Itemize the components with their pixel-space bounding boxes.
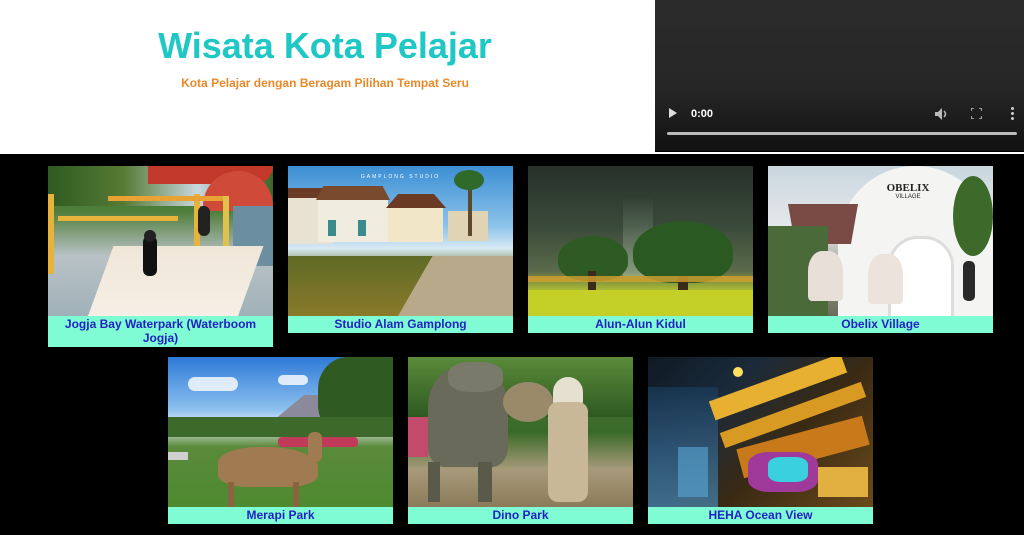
- video-time: 0:00: [691, 108, 714, 120]
- place-caption: Alun-Alun Kidul: [595, 317, 686, 331]
- obelix-sign-sub: VILLAGE: [895, 194, 921, 200]
- place-card-alun-alun-kidul[interactable]: Alun-Alun Kidul: [528, 166, 753, 333]
- page-title: Wisata Kota Pelajar: [158, 25, 492, 66]
- obelix-sign: OBELIX: [886, 182, 930, 194]
- place-caption: Studio Alam Gamplong: [334, 317, 467, 331]
- place-photo: [528, 166, 753, 316]
- volume-icon[interactable]: [934, 107, 948, 121]
- divider: [0, 152, 1024, 154]
- video-progress-bar[interactable]: [667, 132, 1017, 135]
- place-card-obelix-village[interactable]: OBELIX VILLAGE Obelix Village: [768, 166, 993, 333]
- place-caption: Dino Park: [492, 508, 549, 522]
- place-caption: Merapi Park: [246, 508, 315, 522]
- place-card-dino-park[interactable]: Dino Park: [408, 357, 633, 524]
- place-photo: OBELIX VILLAGE: [768, 166, 993, 316]
- header: Wisata Kota Pelajar Kota Pelajar dengan …: [0, 0, 655, 152]
- place-card-jogja-bay[interactable]: Jogja Bay Waterpark (Waterboom Jogja): [48, 166, 273, 347]
- play-icon[interactable]: [669, 108, 677, 118]
- place-caption: HEHA Ocean View: [708, 508, 813, 522]
- place-photo: [648, 357, 873, 507]
- place-caption: Obelix Village: [841, 317, 920, 331]
- video-player[interactable]: 0:00: [655, 0, 1024, 151]
- place-caption: Jogja Bay Waterpark (Waterboom Jogja): [64, 317, 257, 345]
- page-subtitle: Kota Pelajar dengan Beragam Pilihan Temp…: [181, 76, 469, 90]
- place-card-gamplong[interactable]: GAMPLONG STUDIO Studio Alam Gamplong: [288, 166, 513, 333]
- place-photo: [408, 357, 633, 507]
- more-options-icon[interactable]: [1009, 106, 1015, 122]
- place-card-merapi-park[interactable]: Merapi Park: [168, 357, 393, 524]
- fullscreen-icon[interactable]: [971, 108, 982, 119]
- place-photo: [48, 166, 273, 316]
- place-card-heha-ocean-view[interactable]: HEHA Ocean View: [648, 357, 873, 524]
- place-photo: GAMPLONG STUDIO: [288, 166, 513, 316]
- place-photo: [168, 357, 393, 507]
